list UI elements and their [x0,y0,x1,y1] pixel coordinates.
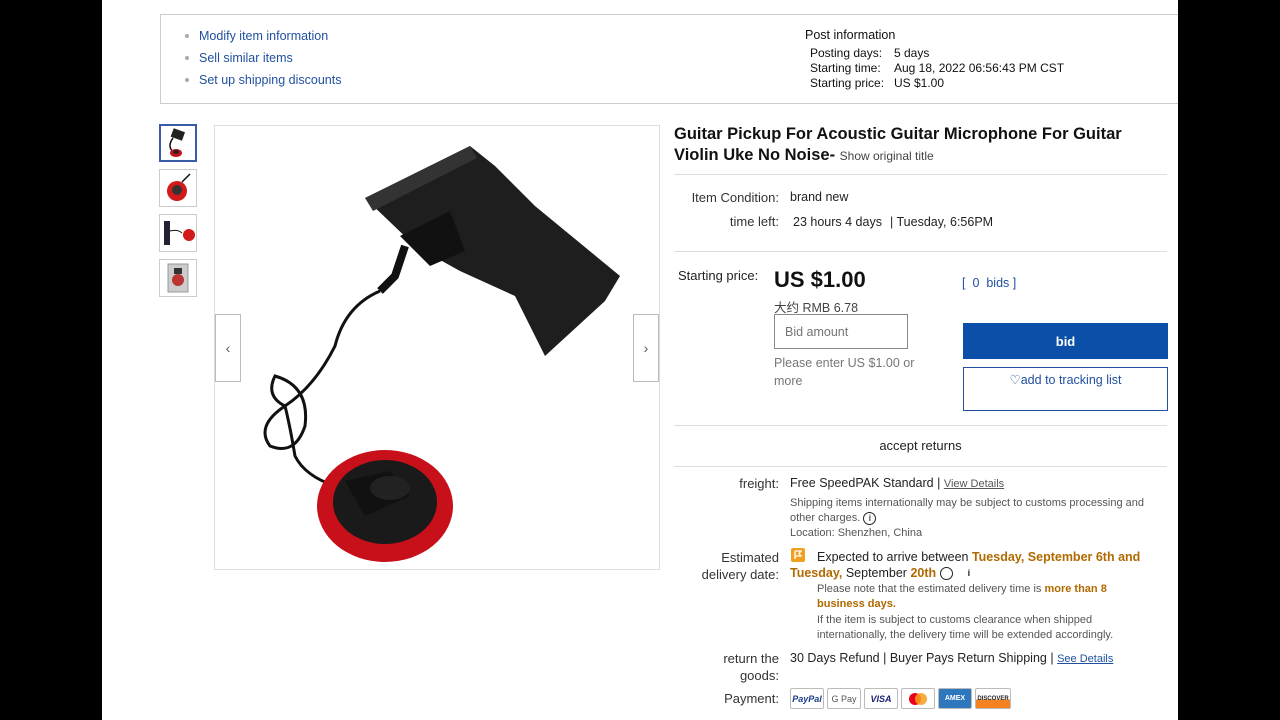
add-to-watchlist-button[interactable]: ♡add to tracking list [963,367,1168,411]
listing-page: Modify item information Sell similar ite… [102,0,1178,720]
show-original-title-link[interactable]: Show original title [840,149,934,163]
sell-similar-link[interactable]: Sell similar items [185,49,341,71]
see-details-link[interactable]: See Details [1057,653,1113,665]
item-location: Location: Shenzhen, China [790,527,923,539]
info-icon[interactable]: i [863,511,877,525]
returns-policy: 30 Days Refund | Buyer Pays Return Shipp… [790,651,1114,665]
post-info-title: Post information [805,28,896,42]
time-left-label: time left: [729,214,779,229]
post-info-row: Starting time: Aug 18, 2022 06:56:43 PM C… [810,61,1065,75]
divider [674,251,1167,252]
bid-hint: Please enter US $1.00 or more [774,356,915,388]
bid-count: [ 0 bids ] [962,276,1017,290]
divider [674,174,1167,175]
bid-count-number[interactable]: 0 [972,276,979,290]
paypal-icon: PayPal [790,688,824,709]
bids-link[interactable]: bids [986,276,1009,290]
starting-price-label: Starting price: [678,268,759,283]
returns-label: return the goods: [723,651,779,683]
post-information: Post information Posting days: 5 days Sta… [805,28,1064,91]
heart-icon: ♡ [1009,373,1021,387]
seller-actions-panel: Modify item information Sell similar ite… [160,14,1178,104]
chevron-right-icon: › [643,340,649,356]
modify-item-link[interactable]: Modify item information [185,27,341,49]
item-title: Guitar Pickup For Acoustic Guitar Microp… [674,125,1122,164]
divider [674,466,1167,467]
time-left-value: 23 hours 4 days [793,215,882,229]
amex-icon: AMEX [938,688,972,709]
delivery-note: Please note that the estimated delivery … [817,583,1107,610]
payment-label: Payment: [724,691,779,706]
freight-note: Shipping items internationally may be su… [790,497,1145,525]
current-price: US $1.00 [774,267,866,292]
seller-actions-list: Modify item information Sell similar ite… [185,27,341,93]
thumbnail-2[interactable] [159,169,197,207]
bid-amount-input[interactable] [774,314,908,349]
condition-label: Item Condition: [691,190,779,205]
customs-note: If the item is subject to customs cleara… [817,614,1114,641]
visa-icon: VISA [864,688,898,709]
delivery-label: Estimated delivery date: [701,550,779,582]
condition-value: brand new [790,190,849,204]
guitar-pickup-image [263,146,620,562]
accept-returns-text: accept returns [879,438,962,453]
thumbnail-3[interactable] [159,214,197,252]
freight-label: freight: [739,476,779,491]
post-info-row: Posting days: 5 days [810,46,930,60]
main-product-image: ‹ › [214,125,660,570]
view-details-link[interactable]: View Details [944,478,1004,490]
place-bid-button[interactable]: bid [963,323,1168,359]
thumbnail-1[interactable] [159,124,197,162]
freight-value: Free SpeedPAK Standard | View Details [790,476,1005,490]
thumbnail-strip [159,124,197,304]
mastercard-icon [901,688,935,709]
delivery-estimate: Expected to arrive between Tuesday, Sept… [790,550,1141,581]
divider [674,425,1167,426]
shipping-discounts-link[interactable]: Set up shipping discounts [185,71,341,93]
thumbnail-4[interactable] [159,259,197,297]
discover-icon: DISCOVER [975,688,1011,709]
chevron-left-icon: ‹ [225,340,231,356]
auction-end: | Tuesday, 6:56PM [890,215,994,229]
next-image-button[interactable]: › [633,314,659,382]
prev-image-button[interactable]: ‹ [215,314,241,382]
info-icon[interactable]: i [939,567,970,581]
google-pay-icon: G Pay [827,688,861,709]
post-info-row: Starting price: US $1.00 [810,76,945,90]
